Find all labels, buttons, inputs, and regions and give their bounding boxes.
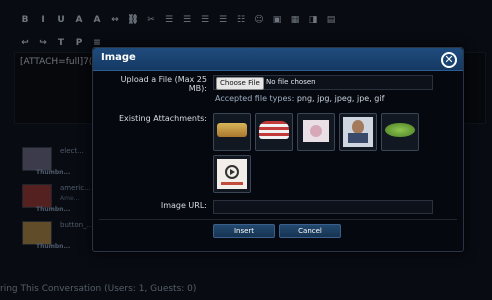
attachment-thumbnail[interactable] — [22, 147, 52, 171]
attachment-thumbnail-greens[interactable] — [381, 113, 419, 151]
attachment-thumbnail-video-button[interactable] — [213, 155, 251, 193]
remove-format-button[interactable]: T — [54, 36, 68, 50]
conversation-viewers-text: ring This Conversation (Users: 1, Guests… — [0, 284, 197, 294]
attachment-thumbnail[interactable] — [22, 184, 52, 208]
paragraph-button[interactable]: P — [72, 36, 86, 50]
redo-icon[interactable]: ↪ — [36, 36, 50, 50]
insert-button[interactable]: Insert — [213, 224, 275, 238]
smilie-icon[interactable]: ☺ — [252, 13, 266, 27]
accepted-prefix: Accepted file types: — [215, 94, 297, 103]
close-icon[interactable]: ✕ — [441, 52, 457, 68]
thumbnail-link[interactable]: Thumbn... — [36, 206, 70, 213]
image-icon[interactable]: ▣ — [270, 13, 284, 27]
choose-file-button[interactable]: Choose File — [216, 77, 264, 90]
link-icon[interactable]: ⛓ — [126, 13, 140, 27]
attachment-thumbnail-portrait[interactable] — [339, 113, 377, 151]
image-url-label: Image URL: — [160, 201, 207, 210]
anime-face-icon — [310, 125, 322, 137]
bold-button[interactable]: B — [18, 13, 32, 27]
cancel-button[interactable]: Cancel — [279, 224, 341, 238]
editor-content: [ATTACH=full]7(% — [20, 57, 101, 67]
quote-icon[interactable]: ◨ — [306, 13, 320, 27]
undo-icon[interactable]: ↩ — [18, 36, 32, 50]
play-triangle-icon — [230, 169, 235, 175]
attachment-thumbnail-bread[interactable] — [213, 113, 251, 151]
indent-icon[interactable]: ☷ — [234, 13, 248, 27]
caption-bar-icon — [221, 182, 243, 185]
dialog-title: Image — [101, 52, 136, 63]
editor-toolbar-primary: B I U A A ↔ ⛓ ✂ ☰ ☰ ☰ ☰ ☷ ☺ ▣ ▦ ◨ ▤ — [18, 10, 484, 30]
attachment-thumbnail[interactable] — [22, 221, 52, 245]
media-icon[interactable]: ▦ — [288, 13, 302, 27]
align-center-icon[interactable]: ☰ — [198, 13, 212, 27]
bread-image — [217, 123, 247, 137]
existing-attachments-label: Existing Attachments: — [119, 114, 207, 123]
file-upload-input[interactable]: Choose File No file chosen — [213, 75, 433, 90]
align-button[interactable]: ↔ — [108, 13, 122, 27]
video-button-image — [217, 159, 247, 189]
underline-button[interactable]: U — [54, 13, 68, 27]
attachment-thumbnail-anime[interactable] — [297, 113, 335, 151]
align-left-icon[interactable]: ☰ — [180, 13, 194, 27]
image-url-input[interactable] — [213, 200, 433, 214]
thumbnail-link[interactable]: Thumbn... — [36, 169, 70, 176]
attachment-thumbnail-flag-hat[interactable] — [255, 113, 293, 151]
dialog-header: Image ✕ — [93, 48, 463, 71]
italic-button[interactable]: I — [36, 13, 50, 27]
flag-hat-image — [259, 121, 289, 139]
list-icon[interactable]: ☰ — [162, 13, 176, 27]
portrait-image — [343, 117, 373, 147]
accepted-types-list: png, jpg, jpeg, jpe, gif — [296, 94, 385, 103]
thumbnail-link[interactable]: Thumbn... — [36, 243, 70, 250]
anime-image — [303, 120, 329, 142]
greens-image — [385, 123, 415, 137]
font-size-button[interactable]: A — [90, 13, 104, 27]
unlink-icon[interactable]: ✂ — [144, 13, 158, 27]
font-color-button[interactable]: A — [72, 13, 86, 27]
dialog-divider — [99, 219, 457, 220]
upload-label: Upload a File (Max 25 MB): — [120, 75, 207, 93]
accepted-file-types: Accepted file types: png, jpg, jpeg, jpe… — [215, 94, 384, 103]
no-file-text: No file chosen — [266, 78, 316, 86]
portrait-body-icon — [348, 133, 368, 143]
attachment-subtitle: Ame... — [60, 195, 80, 202]
image-dialog: Image ✕ Upload a File (Max 25 MB): Choos… — [92, 47, 464, 252]
portrait-head-icon — [352, 120, 364, 134]
save-draft-icon[interactable]: ▤ — [324, 13, 338, 27]
align-right-icon[interactable]: ☰ — [216, 13, 230, 27]
